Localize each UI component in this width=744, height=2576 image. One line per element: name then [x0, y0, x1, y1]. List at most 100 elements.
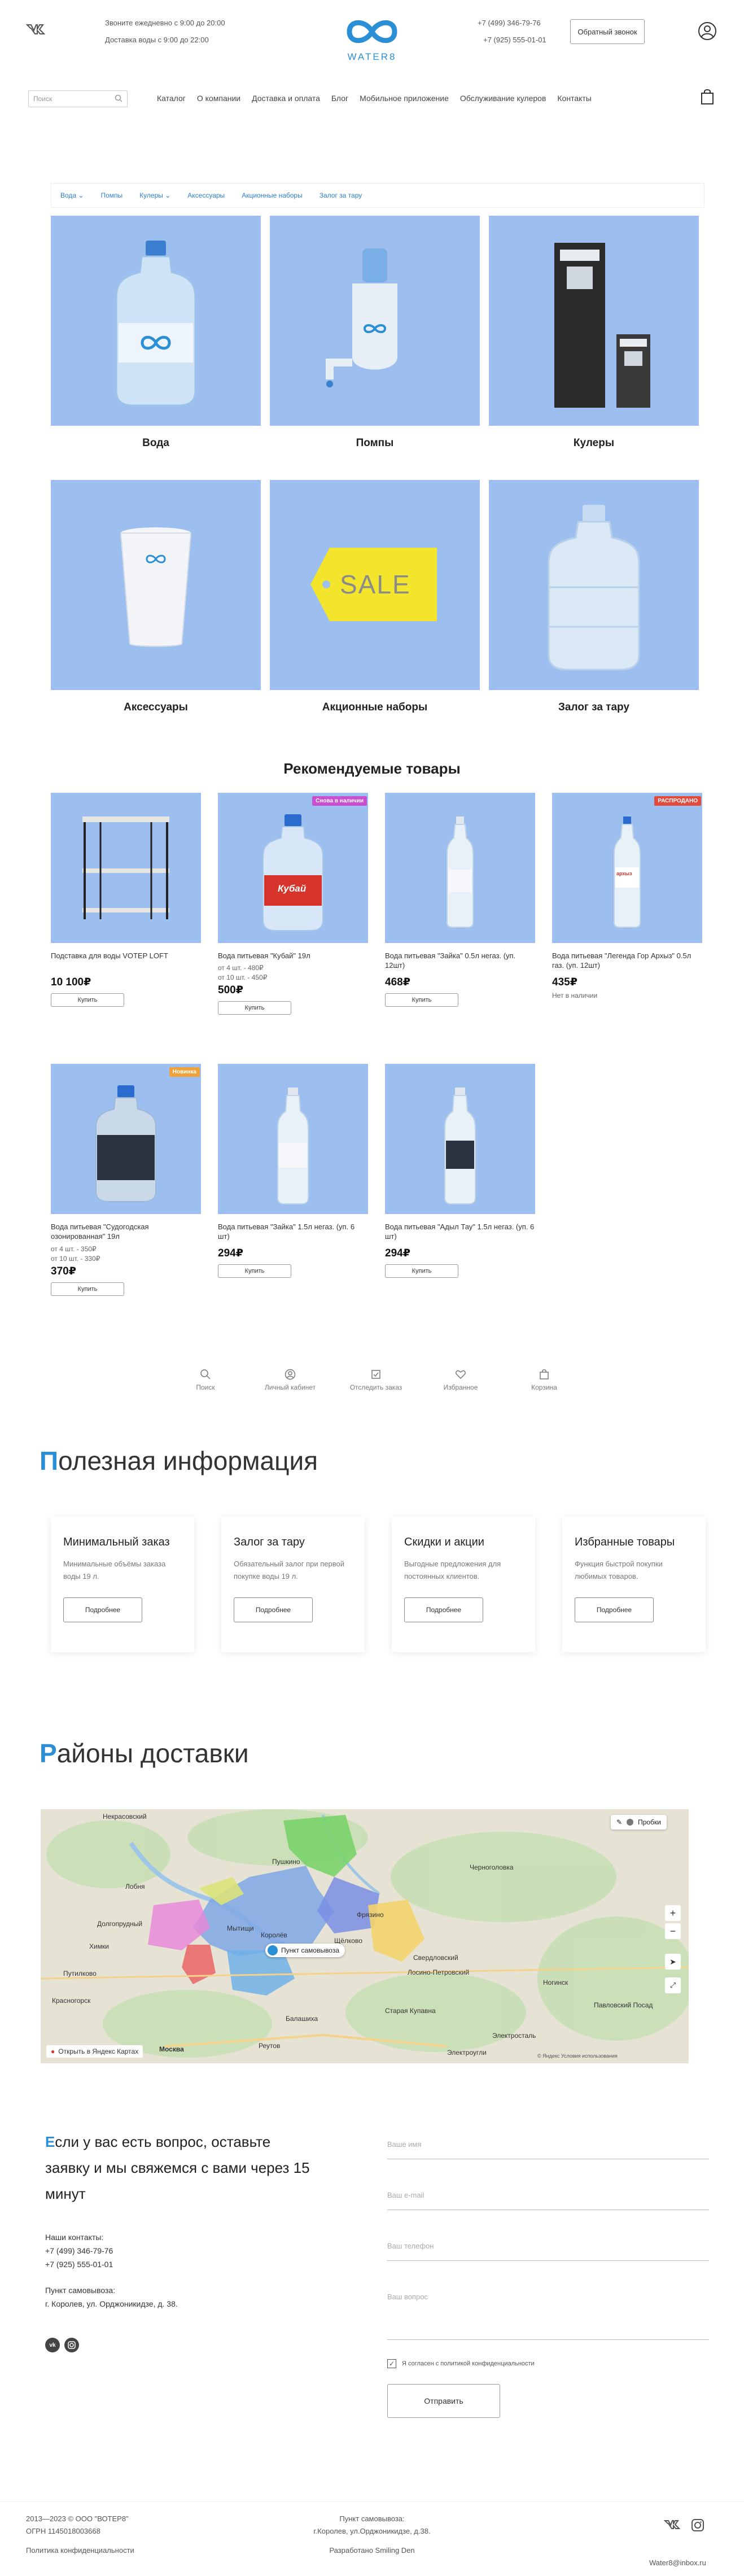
- product-image[interactable]: [385, 1064, 535, 1214]
- category-card-water[interactable]: Вода: [51, 216, 261, 459]
- subnav-water[interactable]: Вода ⌄: [60, 191, 84, 199]
- footer-pickup-title: Пункт самовывоза:: [339, 2514, 405, 2523]
- category-card-accessories[interactable]: Аксессуары: [51, 480, 261, 723]
- subnav-deposit[interactable]: Залог за тару: [320, 191, 362, 199]
- pickup-point-marker[interactable]: Пункт самовывоза: [265, 1944, 345, 1957]
- subnav-coolers[interactable]: Кулеры ⌄: [139, 191, 170, 199]
- more-button[interactable]: Подробнее: [575, 1597, 654, 1622]
- buy-button[interactable]: Купить: [385, 993, 458, 1007]
- email-field[interactable]: Ваш e-mail: [387, 2191, 709, 2210]
- product-image[interactable]: Снова в наличии Кубай: [218, 793, 368, 943]
- bottom-bar-track[interactable]: Отследить заказ: [336, 1369, 415, 1391]
- product-image[interactable]: [385, 793, 535, 943]
- fullscreen-icon[interactable]: ⤢: [665, 1977, 681, 1993]
- name-field[interactable]: Ваше имя: [387, 2140, 709, 2159]
- product-image[interactable]: РАСПРОДАНО архыз: [552, 793, 702, 943]
- more-button[interactable]: Подробнее: [404, 1597, 483, 1622]
- contact-phone-2[interactable]: +7 (925) 555-01-01: [45, 2258, 178, 2271]
- submit-button[interactable]: Отправить: [387, 2384, 500, 2418]
- recommended-title: Рекомендуемые товары: [283, 760, 461, 777]
- developer-link[interactable]: Разработано Smiling Den: [0, 2544, 744, 2557]
- product-name[interactable]: Вода питьевая "Кубай" 19л: [218, 951, 368, 963]
- phone-2[interactable]: +7 (925) 555-01-01: [483, 34, 546, 46]
- buy-button[interactable]: Купить: [218, 1264, 291, 1278]
- footer-email[interactable]: Water8@inbox.ru: [649, 2557, 706, 2569]
- vk-icon[interactable]: [25, 23, 49, 36]
- map-town: Свердловский: [413, 1954, 458, 1962]
- nav-blog[interactable]: Блог: [331, 94, 348, 103]
- buy-button[interactable]: Купить: [218, 1001, 291, 1015]
- map-town: Долгопрудный: [97, 1920, 143, 1928]
- info-card-title: Минимальный заказ: [63, 1536, 170, 1548]
- zoom-out-button[interactable]: −: [665, 1923, 681, 1939]
- contact-phone-1[interactable]: +7 (499) 346-79-76: [45, 2244, 178, 2258]
- search-input[interactable]: Поиск: [28, 90, 128, 107]
- nav-mobile-app[interactable]: Мобильное приложение: [360, 94, 449, 103]
- category-card-pumps[interactable]: Помпы: [270, 216, 480, 459]
- more-button[interactable]: Подробнее: [63, 1597, 142, 1622]
- track-order-icon: [371, 1370, 380, 1379]
- bottom-bar-favorites[interactable]: Избранное: [432, 1369, 489, 1391]
- vk-icon[interactable]: [664, 2518, 683, 2531]
- nav-contacts[interactable]: Контакты: [557, 94, 591, 103]
- bottom-bar-search[interactable]: Поиск: [183, 1369, 228, 1391]
- price-tier: от 4 шт. - 350₽: [51, 1245, 97, 1253]
- nav-delivery[interactable]: Доставка и оплата: [252, 94, 320, 103]
- zoom-controls: + −: [665, 1905, 681, 1939]
- product-image[interactable]: [218, 1064, 368, 1214]
- product-name[interactable]: Вода питьевая "Адыл Тау" 1.5л негаз. (уп…: [385, 1222, 535, 1242]
- delivery-map[interactable]: Некрасовский Пушкино Лобня Долгопрудный …: [41, 1809, 689, 2063]
- traffic-toggle[interactable]: ✎ Пробки: [611, 1815, 667, 1830]
- product-name[interactable]: Вода питьевая "Судогодская озонированная…: [51, 1222, 201, 1242]
- search-icon[interactable]: [115, 94, 122, 104]
- contact-info: Наши контакты: +7 (499) 346-79-76 +7 (92…: [45, 2230, 178, 2311]
- map-copyright[interactable]: © Яндекс Условия использования: [537, 2053, 618, 2059]
- info-card-text: Функция быстрой покупки любимых товаров.: [575, 1560, 663, 1580]
- account-icon[interactable]: [698, 21, 717, 41]
- more-button[interactable]: Подробнее: [234, 1597, 313, 1622]
- vk-icon[interactable]: vk: [45, 2338, 60, 2352]
- ruler-icon[interactable]: ✎: [616, 1818, 622, 1826]
- buy-button[interactable]: Купить: [385, 1264, 458, 1278]
- map-town: Королёв: [261, 1931, 287, 1939]
- phone-field[interactable]: Ваш телефон: [387, 2242, 709, 2261]
- nav-cooler-service[interactable]: Обслуживание кулеров: [460, 94, 546, 103]
- buy-button[interactable]: Купить: [51, 1282, 124, 1296]
- phone-1[interactable]: +7 (499) 346-79-76: [478, 17, 541, 29]
- pickup-title: Пункт самовывоза:: [45, 2286, 116, 2295]
- nav-about[interactable]: О компании: [197, 94, 240, 103]
- contact-heading: Если у вас есть вопрос, оставьте заявку …: [45, 2133, 310, 2202]
- map-town: Пушкино: [272, 1858, 300, 1866]
- callback-button[interactable]: Обратный звонок: [570, 19, 645, 44]
- info-card-title: Скидки и акции: [404, 1536, 484, 1548]
- product-name[interactable]: Вода питьевая "Зайка" 1.5л негаз. (уп. 6…: [218, 1222, 368, 1242]
- subnav-accessories[interactable]: Аксессуары: [187, 191, 225, 199]
- question-field[interactable]: Ваш вопрос: [387, 2293, 709, 2340]
- bottom-bar-account[interactable]: Личный кабинет: [251, 1369, 330, 1391]
- price-tier: от 10 шт. - 330₽: [51, 1255, 100, 1263]
- product-name[interactable]: Вода питьевая "Легенда Гор Архыз" 0.5л г…: [552, 951, 702, 971]
- footer-center: Пункт самовывоза: г.Королев, ул.Орджоник…: [0, 2513, 744, 2557]
- map-canvas: [41, 1809, 689, 2063]
- product-image[interactable]: [51, 793, 201, 943]
- bottom-bar-cart[interactable]: Корзина: [522, 1369, 567, 1391]
- open-yandex-maps-link[interactable]: ● Открыть в Яндекс Картах: [46, 2045, 143, 2058]
- cart-bag-icon[interactable]: [700, 88, 715, 105]
- contact-form: Ваше имя Ваш e-mail Ваш телефон Ваш вопр…: [387, 2140, 709, 2418]
- category-card-promo-sets[interactable]: SALE Акционные наборы: [270, 480, 480, 723]
- geolocation-icon[interactable]: ➤: [665, 1954, 681, 1970]
- category-card-deposit[interactable]: Залог за тару: [489, 480, 699, 723]
- instagram-icon[interactable]: [691, 2518, 704, 2532]
- nav-catalog[interactable]: Каталог: [157, 94, 186, 103]
- buy-button[interactable]: Купить: [51, 993, 124, 1007]
- zoom-in-button[interactable]: +: [665, 1905, 681, 1921]
- product-name[interactable]: Вода питьевая "Зайка" 0.5л негаз. (уп. 1…: [385, 951, 535, 971]
- product-name[interactable]: Подставка для воды VOTEP LOFT: [51, 951, 201, 971]
- instagram-icon[interactable]: [64, 2338, 79, 2352]
- category-card-coolers[interactable]: Кулеры: [489, 216, 699, 459]
- site-logo[interactable]: WATER8: [341, 15, 403, 71]
- subnav-pumps[interactable]: Помпы: [101, 191, 123, 199]
- consent-checkbox[interactable]: ✓: [387, 2359, 396, 2368]
- product-image[interactable]: Новинка: [51, 1064, 201, 1214]
- subnav-promo-sets[interactable]: Акционные наборы: [242, 191, 303, 199]
